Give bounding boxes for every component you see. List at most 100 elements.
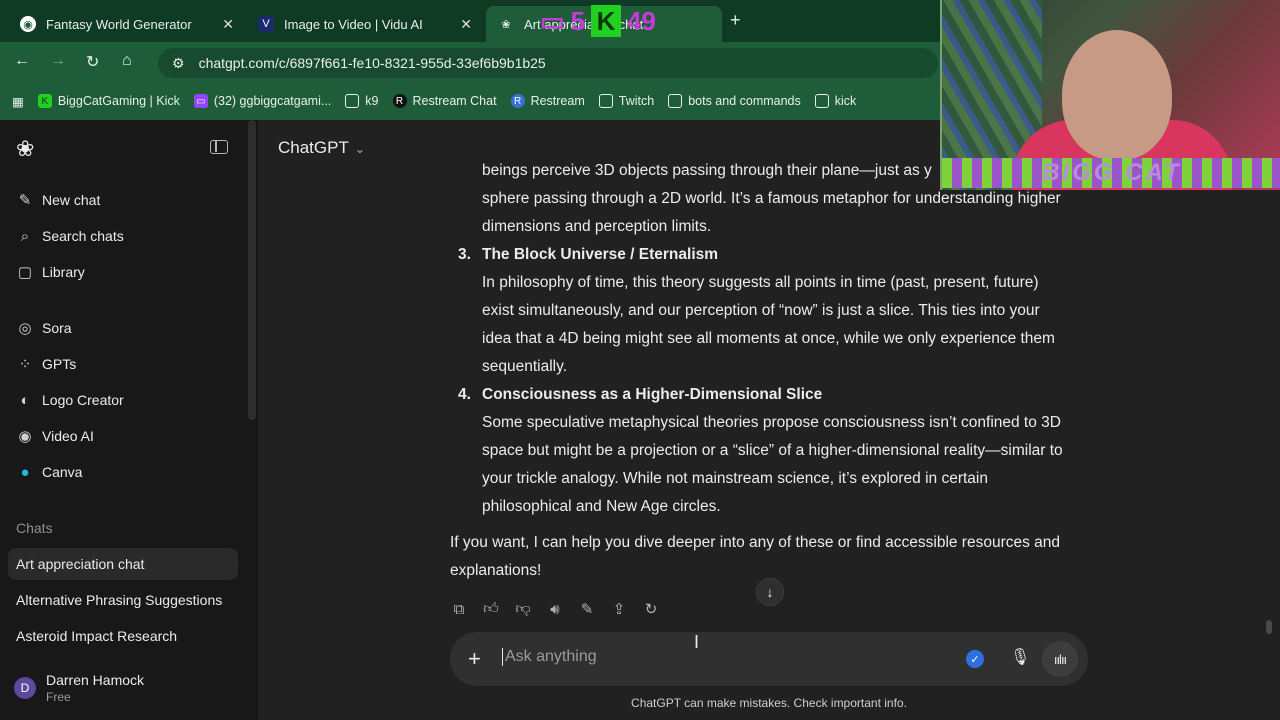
message-line: your trickle analogy. While not mainstre…: [482, 470, 988, 487]
canva-icon: ●: [20, 463, 30, 481]
bookmark-label: Restream Chat: [412, 94, 497, 108]
sidebar: ❀ ✎ New chat ⌕ Search chats ▢ Library ◎ Sora…: [0, 120, 258, 720]
add-attachment-icon[interactable]: +: [468, 646, 481, 672]
message-line: exist simultaneously, and our perception…: [482, 302, 1040, 319]
bookmark-kick-folder[interactable]: kick: [814, 94, 857, 108]
bookmark-k9[interactable]: k9: [345, 94, 379, 108]
message-actions: ⧉ 👍︎ 👎︎ 🔊︎ ✎ ⇪ ↻: [450, 600, 660, 618]
sidebar-item-search-chats[interactable]: ⌕ Search chats: [16, 220, 124, 252]
bookmark-label: k9: [365, 94, 379, 108]
microphone-icon[interactable]: 🎙︎: [1010, 647, 1030, 667]
twitch-icon: ▭: [193, 94, 208, 108]
regenerate-icon[interactable]: ↻: [642, 600, 660, 618]
model-selector[interactable]: ChatGPT ⌄: [278, 138, 365, 158]
sidebar-item-label: Logo Creator: [42, 392, 124, 408]
tab-vidu-ai[interactable]: V Image to Video | Vidu AI ✕: [246, 6, 482, 42]
library-icon: ▢: [17, 264, 33, 281]
bookmark-restream-chat[interactable]: R Restream Chat: [392, 94, 497, 108]
sidebar-item-gpts[interactable]: ⁘ GPTs: [16, 348, 77, 380]
bookmark-label: kick: [834, 94, 857, 108]
sidebar-item-label: New chat: [42, 192, 101, 208]
forward-icon[interactable]: →: [50, 52, 66, 70]
bookmark-twitch-folder[interactable]: Twitch: [598, 94, 655, 108]
chats-section-title: Chats: [16, 520, 53, 536]
gpts-icon: ⁘: [18, 356, 32, 373]
bookmark-label: (32) ggbiggcatgami...: [213, 94, 332, 108]
edit-icon[interactable]: ✎: [578, 600, 596, 618]
prompt-input[interactable]: Ask anything: [502, 648, 597, 666]
model-name: ChatGPT: [278, 138, 349, 157]
webcam-overlay: BIGG CAT: [940, 0, 1280, 190]
sidebar-item-label: GPTs: [42, 356, 77, 372]
copy-icon[interactable]: ⧉: [450, 600, 468, 618]
stream-overlay: ▭ 5 K 49: [540, 4, 656, 38]
scroll-down-button[interactable]: ↓: [756, 578, 784, 606]
list-item-title: The Block Universe / Eternalism: [482, 246, 719, 263]
compose-icon: ✎: [18, 192, 32, 209]
sidebar-item-sora[interactable]: ◎ Sora: [16, 312, 72, 344]
sidebar-scrollbar[interactable]: [248, 120, 256, 420]
apps-grid-icon[interactable]: ▦: [12, 94, 24, 109]
chat-item-art-appreciation[interactable]: Art appreciation chat: [8, 548, 238, 580]
sidebar-item-label: Video AI: [42, 428, 94, 444]
main-scrollbar[interactable]: [1266, 620, 1272, 634]
message-line: explanations!: [450, 562, 542, 579]
message-line: idea that a 4D being might see all momen…: [482, 330, 1055, 347]
restream-icon: R: [510, 94, 525, 108]
restream-icon: R: [392, 94, 407, 108]
sidebar-item-library[interactable]: ▢ Library: [16, 256, 85, 288]
bookmark-restream[interactable]: R Restream: [510, 94, 585, 108]
message-line: sphere passing through a 2D world. It’s …: [482, 190, 1061, 207]
bookmark-twitch[interactable]: ▭ (32) ggbiggcatgami...: [193, 94, 332, 108]
thumbs-up-icon[interactable]: 👍︎: [482, 600, 500, 618]
chat-item-asteroid-impact[interactable]: Asteroid Impact Research: [8, 620, 238, 652]
kick-viewer-count: 49: [627, 5, 656, 36]
folder-icon: [814, 94, 829, 108]
voice-mode-button[interactable]: ıılıı: [1042, 641, 1078, 677]
sidebar-item-video-ai[interactable]: ◉ Video AI: [16, 420, 94, 452]
message-line: In philosophy of time, this theory sugge…: [482, 274, 1039, 291]
back-icon[interactable]: ←: [14, 52, 30, 70]
user-profile[interactable]: D Darren Hamock Free: [14, 672, 144, 704]
arrow-down-icon: ↓: [766, 584, 774, 600]
share-icon[interactable]: ⇪: [610, 600, 628, 618]
user-name: Darren Hamock: [46, 672, 145, 688]
home-icon[interactable]: ⌂: [122, 52, 132, 70]
video-ai-icon: ◉: [18, 428, 32, 445]
sidebar-item-new-chat[interactable]: ✎ New chat: [16, 184, 101, 216]
message-line: If you want, I can help you dive deeper …: [450, 534, 1061, 551]
bookmark-label: bots and commands: [688, 94, 801, 108]
read-aloud-icon[interactable]: 🔊︎: [546, 600, 564, 618]
thumbs-down-icon[interactable]: 👎︎: [514, 600, 532, 618]
sidebar-item-label: Sora: [42, 320, 72, 336]
url-field[interactable]: ⚙ chatgpt.com/c/6897f661-fe10-8321-955d-…: [158, 48, 938, 78]
list-number: 3.: [458, 246, 471, 263]
vidu-icon: V: [258, 16, 274, 32]
chevron-down-icon: ⌄: [354, 142, 365, 156]
twitch-viewer-count: 5: [570, 5, 586, 36]
chatgpt-logo-icon[interactable]: ❀: [16, 136, 34, 162]
close-icon[interactable]: ✕: [222, 16, 234, 33]
close-icon[interactable]: ✕: [460, 16, 472, 33]
message-line: space but might be a projection or a “sl…: [482, 442, 1063, 459]
sidebar-item-canva[interactable]: ● Canva: [16, 456, 82, 488]
checkmark-icon: ✓: [966, 650, 984, 668]
chat-item-alternative-phrasing[interactable]: Alternative Phrasing Suggestions: [8, 584, 238, 616]
tab-title: Fantasy World Generator: [46, 16, 192, 32]
new-tab-icon[interactable]: +: [730, 10, 741, 31]
message-line: sequentially.: [482, 358, 568, 375]
site-settings-icon[interactable]: ⚙: [172, 55, 185, 72]
sidebar-toggle-icon[interactable]: [210, 140, 228, 154]
bookmark-kick[interactable]: K BiggCatGaming | Kick: [37, 94, 180, 108]
url-text: chatgpt.com/c/6897f661-fe10-8321-955d-33…: [198, 55, 546, 71]
bookmark-bots-and-commands[interactable]: bots and commands: [668, 94, 801, 108]
reload-icon[interactable]: ↻: [86, 52, 99, 72]
twitch-icon: ▭: [540, 5, 565, 36]
message-line: philosophical and New Age circles.: [482, 498, 721, 515]
folder-icon: [668, 94, 683, 108]
tab-fantasy-world-generator[interactable]: ◉ Fantasy World Generator ✕: [8, 6, 244, 42]
message-line: beings perceive 3D objects passing throu…: [482, 162, 932, 179]
bookmark-label: Twitch: [618, 94, 655, 108]
kick-icon: K: [591, 5, 622, 37]
sidebar-item-logo-creator[interactable]: ◐ Logo Creator: [16, 384, 124, 416]
